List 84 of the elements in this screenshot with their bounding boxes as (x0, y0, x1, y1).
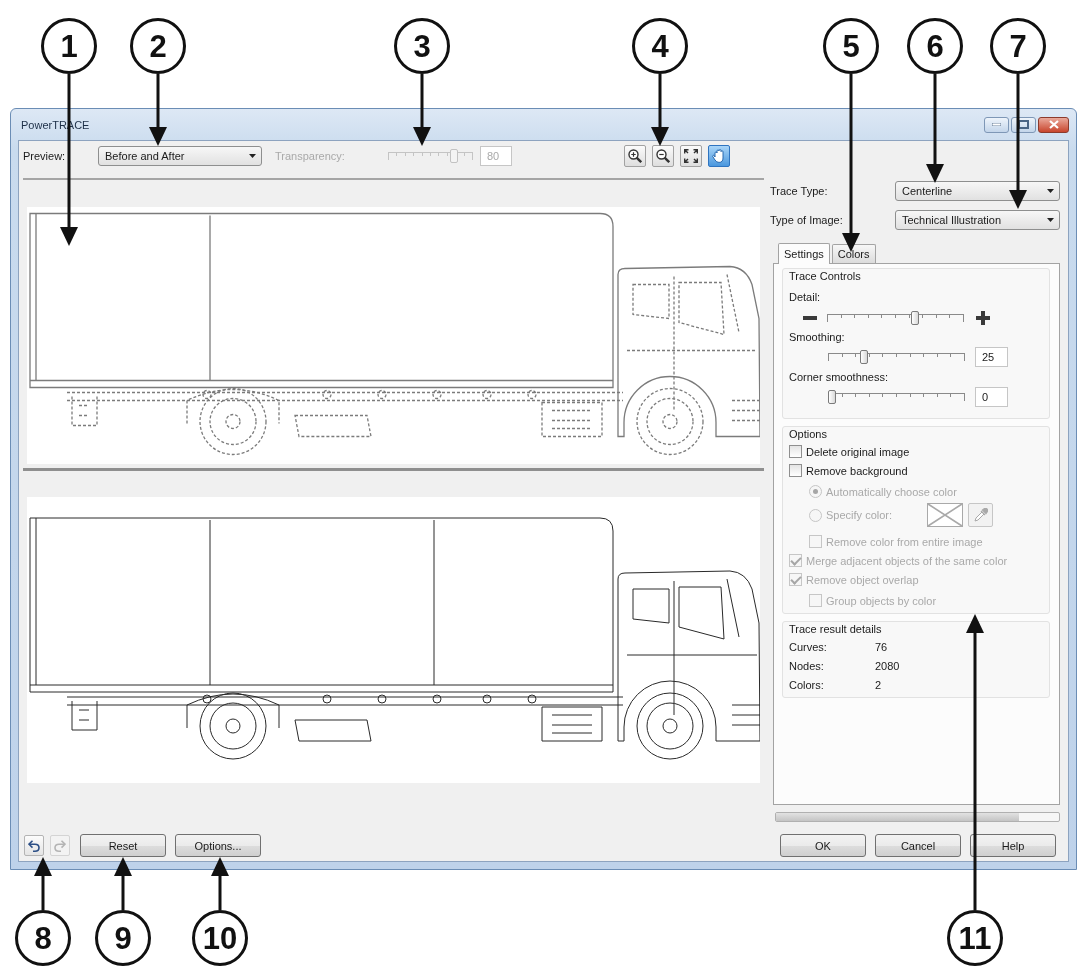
callout-number: 3 (394, 18, 450, 74)
preview-mode-dropdown[interactable]: Before and After (98, 145, 262, 166)
field-label: Type of Image: (770, 214, 844, 226)
callout-arrow (149, 74, 167, 146)
result-label: Nodes: (789, 659, 825, 672)
result-value: 2 (875, 678, 882, 691)
value-field[interactable]: 25 (975, 347, 1008, 367)
preview-label: Preview: (23, 149, 67, 162)
button[interactable]: OK (780, 834, 866, 857)
maximize-icon (1018, 120, 1029, 129)
eyedropper-button[interactable] (968, 503, 993, 527)
result-label: Curves: (789, 640, 828, 653)
tab[interactable]: Colors (831, 244, 876, 263)
callout-arrow (34, 857, 52, 910)
callout-number: 10 (192, 910, 248, 966)
callout-number: 11 (947, 910, 1003, 966)
caret-icon (1047, 189, 1054, 193)
callout-arrow (211, 857, 229, 910)
zoom-in-icon (628, 148, 642, 163)
callout-arrow (413, 74, 431, 146)
expand-arrows-icon (684, 148, 698, 163)
callout-number: 4 (632, 18, 688, 74)
transparency-label: Transparency: (275, 149, 346, 162)
callout-number: 8 (15, 910, 71, 966)
field-label: Trace Type: (770, 185, 829, 197)
plus-icon (976, 311, 990, 325)
slider-thumb[interactable] (860, 350, 869, 364)
slider-thumb[interactable] (828, 390, 836, 404)
checkbox-label: Remove background (806, 464, 908, 477)
zoom-in-button[interactable] (624, 144, 646, 167)
group-title: Options (789, 427, 828, 442)
slider-track[interactable] (827, 311, 964, 325)
button[interactable]: Cancel (875, 834, 961, 857)
minimize-icon (992, 123, 1001, 126)
callout-number: 9 (95, 910, 151, 966)
image-type-dropdown[interactable]: Technical Illustration (895, 210, 1060, 230)
button[interactable]: Help (970, 834, 1056, 857)
result-value: 76 (875, 640, 888, 653)
callout-number: 7 (990, 18, 1046, 74)
close-icon (1048, 120, 1059, 129)
slider-label: Smoothing: (789, 330, 846, 345)
zoom-out-icon (656, 148, 670, 163)
callout-number: 2 (130, 18, 186, 74)
callout-number: 5 (823, 18, 879, 74)
slider-thumb[interactable] (910, 311, 919, 325)
checkbox-label: Group objects by color (826, 594, 937, 607)
button[interactable]: Reset (80, 834, 166, 857)
callout-arrow (114, 857, 132, 910)
callout-number: 6 (907, 18, 963, 74)
slider-track[interactable] (828, 390, 965, 404)
zoom-out-button[interactable] (652, 144, 674, 167)
slider-track[interactable] (828, 350, 965, 364)
radio-label: Specify color: (826, 509, 894, 521)
undo-button[interactable] (24, 835, 44, 856)
checkbox-label: Remove color from entire image (826, 535, 983, 548)
button[interactable]: Options... (175, 834, 261, 857)
checkbox-label: Remove object overlap (806, 573, 919, 586)
caret-icon (1047, 218, 1054, 222)
group-title: Trace result details (789, 622, 883, 637)
group-title: Trace Controls (789, 269, 862, 284)
callout-number: 1 (41, 18, 97, 74)
result-label: Colors: (789, 678, 825, 691)
hand-icon (712, 148, 726, 163)
checkbox-label: Merge adjacent objects of the same color (806, 554, 1008, 567)
value-field[interactable]: 0 (975, 387, 1008, 407)
minus-icon (803, 316, 817, 320)
radio-label: Automatically choose color (826, 485, 957, 498)
eyedropper-icon (973, 508, 988, 522)
callout-arrow (651, 74, 669, 146)
undo-icon (28, 839, 40, 852)
redo-icon (54, 839, 66, 852)
result-value: 2080 (875, 659, 900, 672)
caret-icon (249, 153, 256, 158)
pan-button[interactable] (708, 144, 730, 167)
slider-label: Corner smoothness: (789, 370, 890, 385)
trace-type-dropdown[interactable]: Centerline (895, 181, 1060, 201)
checkbox-label: Delete original image (806, 445, 910, 458)
checkbox[interactable] (789, 464, 802, 477)
tab[interactable]: Settings (778, 243, 830, 264)
close-button[interactable] (1038, 116, 1069, 133)
zoom-to-fit-button[interactable] (680, 144, 702, 167)
checkbox[interactable] (789, 445, 802, 458)
empty-swatch-icon[interactable] (927, 503, 963, 527)
slider-label: Detail: (789, 290, 822, 305)
